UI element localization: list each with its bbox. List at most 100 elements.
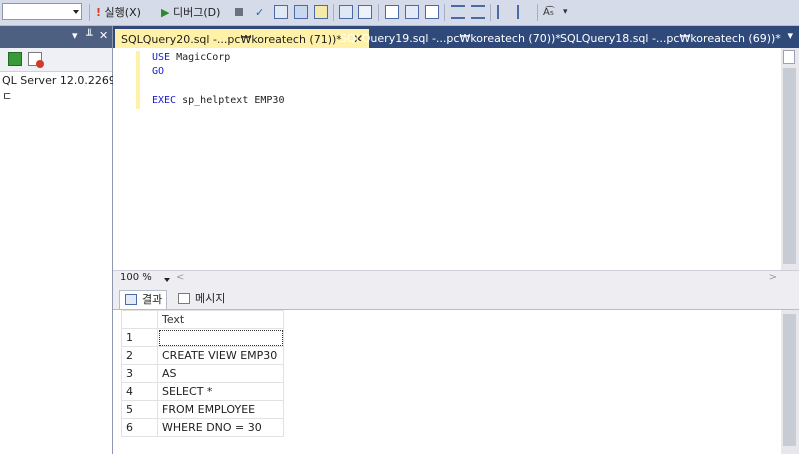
- table-row: 3 AS: [121, 364, 284, 383]
- table-row: 5 FROM EMPLOYEE: [121, 400, 284, 419]
- code-line-4: EXEC sp_helptext EMP30: [152, 95, 284, 106]
- grid-cell[interactable]: AS: [157, 364, 284, 383]
- results-tabbar: 결과 메시지: [113, 288, 799, 310]
- editor-vertical-scrollbar[interactable]: [781, 48, 799, 270]
- comment-icon[interactable]: [451, 5, 465, 19]
- panel-options-icon[interactable]: ▾: [72, 29, 78, 42]
- toolbar-overflow-icon[interactable]: ▾: [563, 4, 568, 21]
- toolbar-separator: [333, 4, 334, 21]
- code-text: MagicCorp: [170, 52, 231, 63]
- keyword: GO: [152, 66, 165, 77]
- row-number[interactable]: 5: [121, 400, 158, 419]
- toolbar-separator: [89, 4, 90, 21]
- display-plan-icon[interactable]: [314, 5, 328, 19]
- split-handle-icon[interactable]: [783, 50, 795, 64]
- execute-button[interactable]: ! 실행(X): [96, 4, 141, 21]
- code-line-1: USE MagicCorp: [152, 52, 230, 63]
- scrollbar-thumb[interactable]: [783, 314, 796, 446]
- grid-icon: [125, 294, 137, 305]
- toolbar-separator: [537, 4, 538, 21]
- tab-label: SQLQuery18.sql -...pc₩koreatech (69))*: [560, 32, 781, 45]
- refresh-icon[interactable]: [8, 52, 22, 66]
- object-explorer-toolbar: [0, 48, 112, 72]
- exclamation-icon: !: [96, 6, 102, 19]
- document-tabbar: SQLQuery20.sql -...pc₩koreatech (71))* ✕…: [113, 26, 799, 49]
- code-line-2: GO: [152, 66, 164, 77]
- tab-dropdown-icon[interactable]: ▾: [787, 29, 793, 42]
- stop-icon[interactable]: [235, 8, 243, 16]
- row-number-header[interactable]: [121, 310, 158, 329]
- red-x-icon: [36, 60, 44, 68]
- row-number[interactable]: 1: [121, 328, 158, 347]
- tab-results[interactable]: 결과: [119, 290, 168, 309]
- chevron-down-icon[interactable]: [164, 278, 170, 282]
- results-grid: Text 1 2 CREATE VIEW EMP30 3 AS 4 SELECT…: [121, 310, 284, 437]
- grid-cell[interactable]: [157, 328, 284, 347]
- row-number[interactable]: 6: [121, 418, 158, 437]
- toolbar-separator: [444, 4, 445, 21]
- keyword: EXEC: [152, 95, 177, 106]
- tab-results-label: 결과: [142, 293, 163, 306]
- execute-label: 실행(X): [104, 6, 141, 19]
- grid-cell[interactable]: WHERE DNO = 30: [157, 418, 284, 437]
- code-text: sp_helptext EMP30: [176, 95, 285, 106]
- server-node[interactable]: QL Server 12.0.2269 -: [2, 74, 123, 87]
- toolbar-separator: [490, 4, 491, 21]
- row-number[interactable]: 4: [121, 382, 158, 401]
- debug-button[interactable]: ▶ 디버그(D): [161, 4, 220, 21]
- tab-messages[interactable]: 메시지: [173, 290, 229, 309]
- results-vertical-scrollbar[interactable]: [781, 310, 799, 454]
- include-plan-icon[interactable]: [385, 5, 399, 19]
- scroll-left-icon[interactable]: <: [176, 272, 184, 283]
- stop-filter-icon[interactable]: [28, 52, 44, 68]
- scroll-right-icon[interactable]: >: [769, 272, 777, 283]
- tab-sqlquery19[interactable]: SQLQuery19.sql -...pc₩koreatech (70))*: [334, 29, 567, 49]
- decrease-indent-icon[interactable]: [497, 5, 511, 19]
- results-to-grid-icon[interactable]: [405, 5, 419, 19]
- pin-icon[interactable]: ╨: [86, 29, 93, 42]
- object-explorer-panel: ▾ ╨ ✕ QL Server 12.0.2269 - ㄷ: [0, 26, 123, 454]
- zoom-level[interactable]: 100 %: [120, 272, 152, 283]
- query-options-icon[interactable]: [339, 5, 353, 19]
- grid-cell[interactable]: CREATE VIEW EMP30: [157, 346, 284, 365]
- tab-messages-label: 메시지: [195, 292, 226, 305]
- grid-cell[interactable]: SELECT *: [157, 382, 284, 401]
- keyword: USE: [152, 52, 171, 63]
- toolbar-separator: [378, 4, 379, 21]
- results-pane: Text 1 2 CREATE VIEW EMP30 3 AS 4 SELECT…: [113, 310, 781, 454]
- row-number[interactable]: 3: [121, 364, 158, 383]
- grid-cell[interactable]: FROM EMPLOYEE: [157, 400, 284, 419]
- tab-label: SQLQuery19.sql -...pc₩koreatech (70))*: [340, 32, 561, 45]
- check-icon[interactable]: ✓: [255, 4, 264, 21]
- editor-zoom-bar: 100 % < >: [113, 270, 799, 288]
- specify-values-icon[interactable]: A͡₅: [543, 4, 554, 21]
- uncomment-icon[interactable]: [471, 5, 485, 19]
- query-editor[interactable]: USE MagicCorp GO EXEC sp_helptext EMP30: [113, 48, 781, 270]
- parse-icon[interactable]: [294, 5, 308, 19]
- chevron-down-icon: [73, 10, 79, 14]
- intellisense-icon[interactable]: [358, 5, 372, 19]
- close-icon[interactable]: ✕: [99, 29, 108, 42]
- table-row: 1: [121, 328, 284, 347]
- increase-indent-icon[interactable]: [517, 5, 531, 19]
- toolbar: ! 실행(X) ▶ 디버그(D) ✓ A͡₅ ▾: [0, 0, 799, 26]
- tab-sqlquery20[interactable]: SQLQuery20.sql -...pc₩koreatech (71))* ✕: [115, 29, 370, 49]
- query-plan-icon[interactable]: [274, 5, 288, 19]
- object-explorer-header: ▾ ╨ ✕: [0, 26, 112, 48]
- change-margin-indicator: [136, 51, 140, 109]
- results-to-file-icon[interactable]: [425, 5, 439, 19]
- tab-sqlquery18[interactable]: SQLQuery18.sql -...pc₩koreatech (69))*: [554, 29, 787, 49]
- tab-label: SQLQuery20.sql -...pc₩koreatech (71))*: [121, 33, 342, 46]
- message-icon: [178, 293, 190, 304]
- column-header-text[interactable]: Text: [157, 310, 284, 329]
- scrollbar-thumb[interactable]: [783, 68, 796, 264]
- server-node-subtext: ㄷ: [2, 90, 13, 103]
- row-number[interactable]: 2: [121, 346, 158, 365]
- play-icon: ▶: [161, 6, 170, 19]
- grid-header-row: Text: [121, 310, 284, 329]
- debug-label: 디버그(D): [172, 6, 221, 19]
- database-dropdown[interactable]: [2, 3, 82, 20]
- table-row: 2 CREATE VIEW EMP30: [121, 346, 284, 365]
- table-row: 4 SELECT *: [121, 382, 284, 401]
- table-row: 6 WHERE DNO = 30: [121, 418, 284, 437]
